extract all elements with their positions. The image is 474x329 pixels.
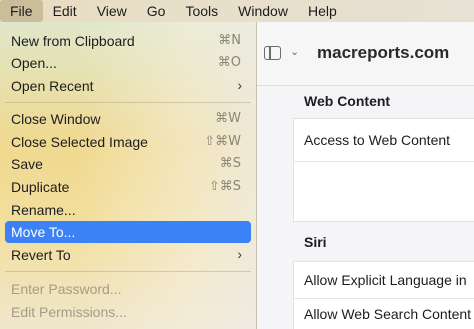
access-web-content-row[interactable]: Access to Web Content — [304, 132, 450, 148]
shortcut-label: ⌘W — [215, 111, 241, 126]
menu-item-label: Rename... — [11, 202, 76, 218]
page-title: macreports.com — [317, 43, 450, 62]
menubar-file[interactable]: File — [0, 0, 43, 22]
row-divider — [294, 298, 474, 299]
menu-item-label: Duplicate — [11, 179, 70, 195]
section-header-web-content: Web Content — [304, 93, 391, 109]
row-divider — [294, 161, 474, 162]
toolbar: ⌄ macreports.com — [255, 22, 474, 86]
menu-item-label: Move To... — [11, 224, 76, 240]
menu-item-rename[interactable]: Rename... — [5, 199, 251, 221]
menu-item-label: Close Selected Image — [11, 134, 148, 150]
chevron-right-icon: › — [237, 246, 242, 262]
menu-item-label: Open Recent — [11, 78, 94, 94]
menu-item-label: Close Window — [11, 111, 101, 127]
menu-item-revert-to[interactable]: Revert To › — [5, 244, 251, 266]
shortcut-label: ⌘N — [218, 33, 241, 48]
menu-item-open-recent[interactable]: Open Recent › — [5, 75, 251, 97]
menu-item-new-from-clipboard[interactable]: New from Clipboard ⌘N — [5, 30, 251, 52]
menu-item-label: Enter Password... — [11, 281, 122, 297]
menu-item-close-selected-image[interactable]: Close Selected Image ⇧⌘W — [5, 131, 251, 153]
menu-item-label: Save — [11, 156, 43, 172]
section-header-siri: Siri — [304, 234, 327, 250]
settings-content: Web Content Access to Web Content Siri A… — [255, 86, 474, 329]
file-menu: New from Clipboard ⌘N Open... ⌘O Open Re… — [0, 22, 257, 329]
menubar-window[interactable]: Window — [228, 0, 298, 22]
menubar-view[interactable]: View — [87, 0, 137, 22]
allow-web-search-row[interactable]: Allow Web Search Content — [304, 306, 471, 322]
menu-item-move-to[interactable]: Move To... — [5, 221, 251, 243]
shortcut-label: ⇧⌘S — [208, 179, 241, 194]
chevron-down-icon[interactable]: ⌄ — [290, 45, 299, 58]
menubar-tools[interactable]: Tools — [175, 0, 228, 22]
menu-item-duplicate[interactable]: Duplicate ⇧⌘S — [5, 176, 251, 198]
shortcut-label: ⌘O — [217, 55, 241, 70]
menu-item-label: New from Clipboard — [11, 33, 135, 49]
siri-card: Allow Explicit Language in Allow Web Sea… — [293, 261, 474, 329]
shortcut-label: ⌘S — [219, 156, 241, 171]
menu-item-label: Edit Permissions... — [11, 304, 127, 320]
browser-window: ⌄ macreports.com Web Content Access to W… — [255, 22, 474, 329]
shortcut-label: ⇧⌘W — [204, 134, 241, 149]
menu-item-open[interactable]: Open... ⌘O — [5, 52, 251, 74]
menubar-go[interactable]: Go — [137, 0, 176, 22]
menubar-help[interactable]: Help — [298, 0, 347, 22]
menu-bar: File Edit View Go Tools Window Help — [0, 0, 474, 22]
menu-item-save[interactable]: Save ⌘S — [5, 153, 251, 175]
web-content-card: Access to Web Content — [293, 118, 474, 222]
menu-separator — [5, 271, 251, 272]
menu-separator — [5, 102, 251, 103]
menubar-edit[interactable]: Edit — [43, 0, 87, 22]
menu-item-enter-password: Enter Password... — [5, 278, 251, 300]
menu-item-edit-permissions: Edit Permissions... — [5, 301, 251, 323]
menu-item-label: Open... — [11, 55, 57, 71]
menu-item-label: Revert To — [11, 247, 71, 263]
chevron-right-icon: › — [237, 77, 242, 93]
menu-item-close-window[interactable]: Close Window ⌘W — [5, 108, 251, 130]
allow-explicit-language-row[interactable]: Allow Explicit Language in — [304, 272, 467, 288]
sidebar-toggle-icon[interactable] — [264, 46, 281, 60]
